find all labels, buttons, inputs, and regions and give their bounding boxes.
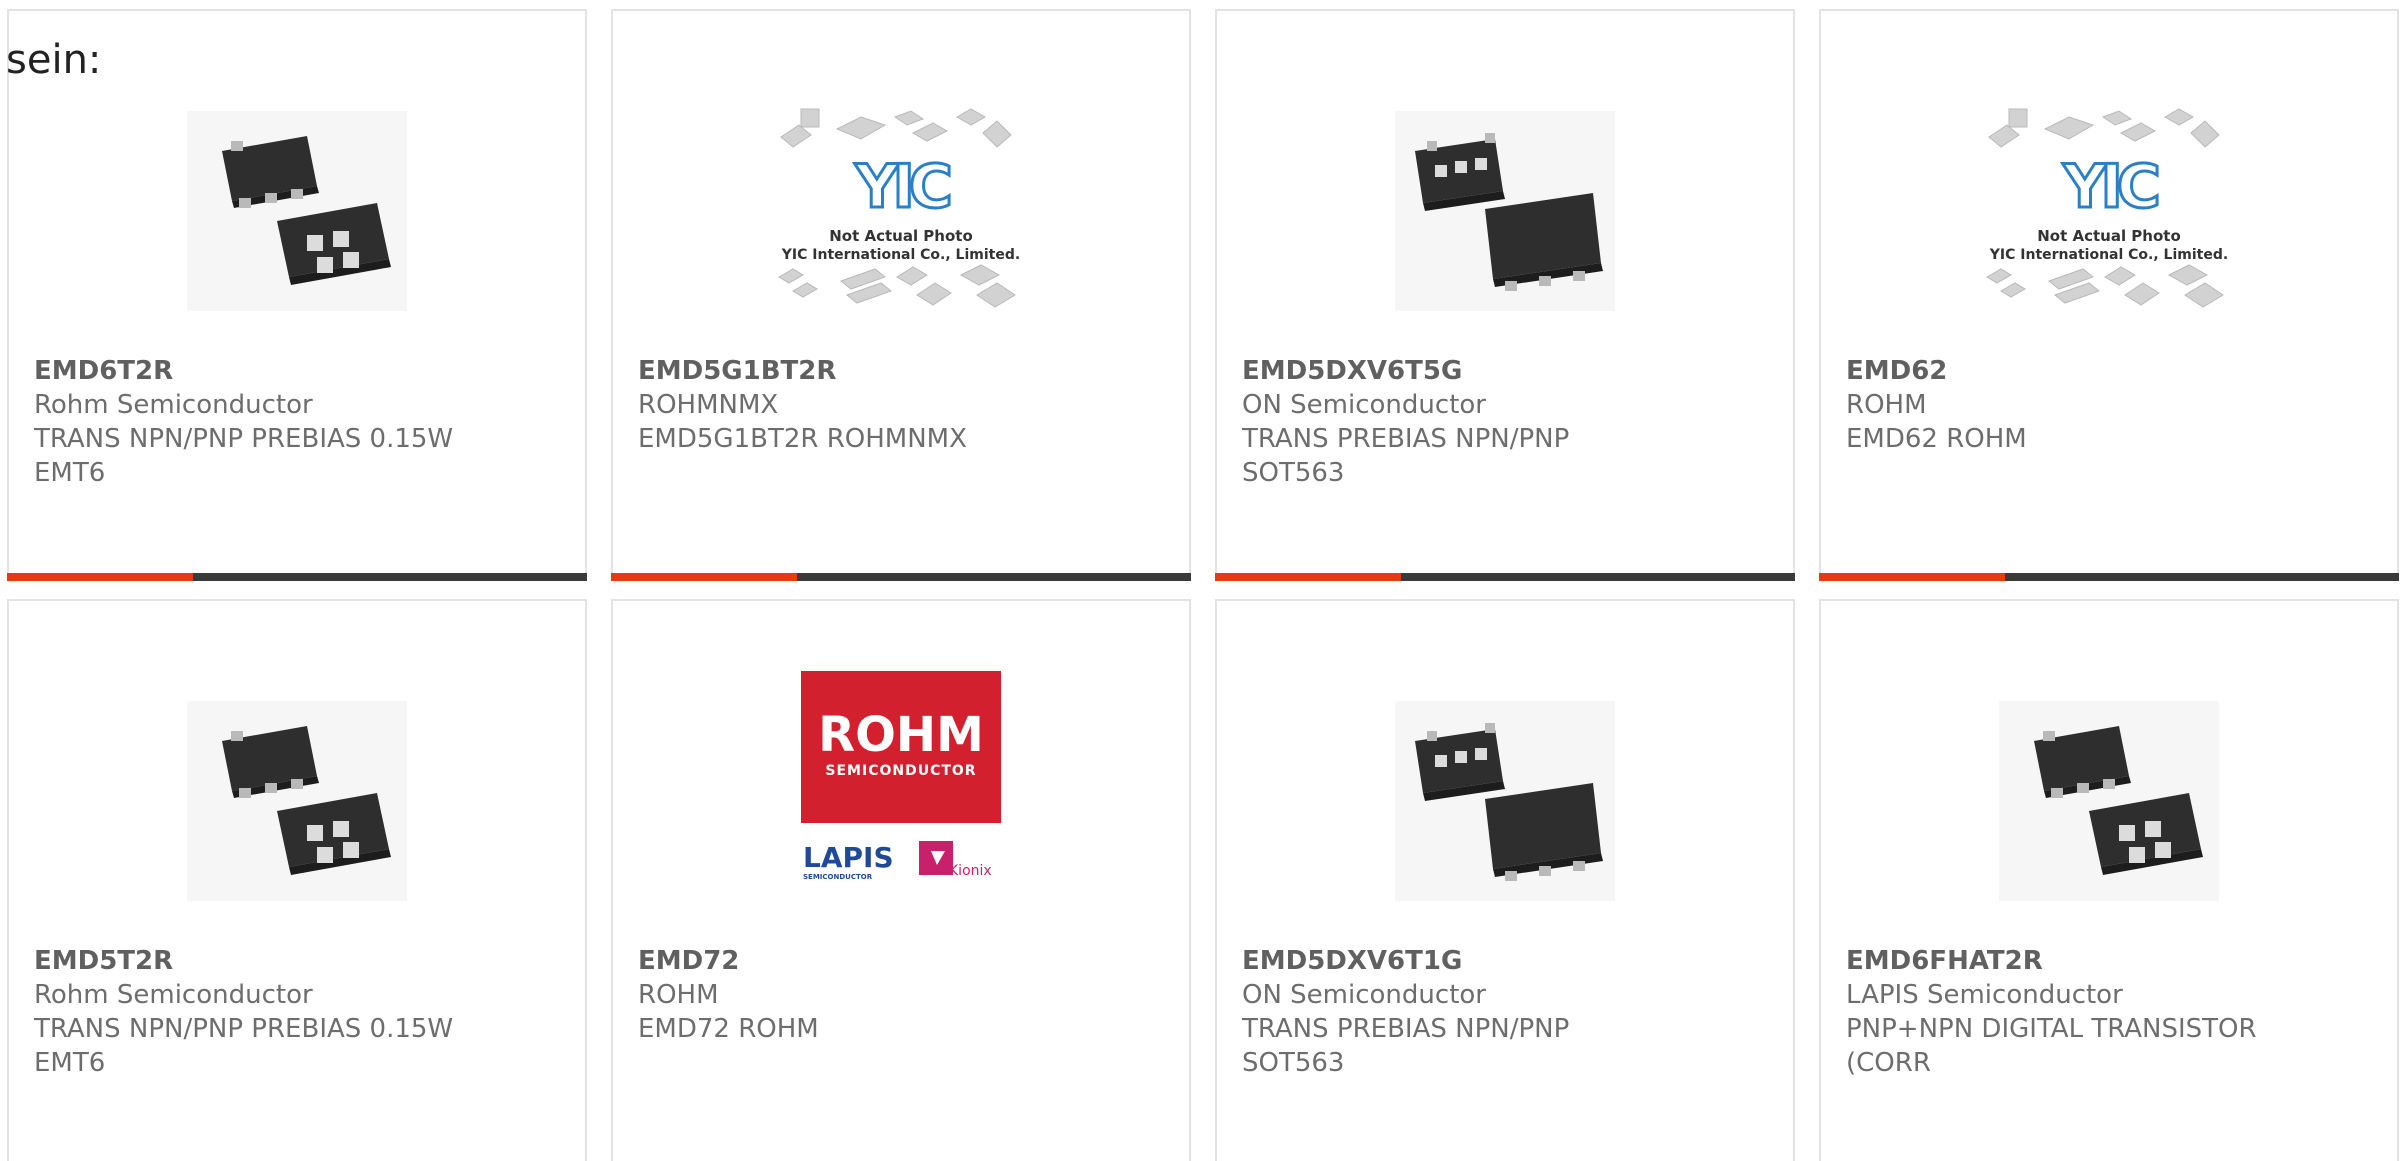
rohm-logo-icon: ROHM SEMICONDUCTOR LAPIS SEMICONDUCTOR K…: [801, 671, 1001, 881]
part-number-link[interactable]: EMD62: [1846, 354, 2377, 388]
card-progress-bar: [7, 573, 587, 581]
part-number-link[interactable]: EMD6T2R: [34, 354, 565, 388]
chip-package-image[interactable]: [1979, 671, 2239, 931]
image-caption: Not Actual Photo: [2037, 227, 2181, 245]
manufacturer: ROHM: [1846, 390, 1927, 420]
manufacturer: ON Semiconductor: [1242, 390, 1486, 420]
description: EMD72 ROHM: [638, 1014, 819, 1044]
lead-text: sein:: [6, 37, 102, 83]
product-info: EMD5G1BT2R ROHMNMX EMD5G1BT2R ROHMNMX: [638, 354, 1169, 456]
product-info: EMD6T2R Rohm Semiconductor TRANS NPN/PNP…: [34, 354, 565, 490]
chip-package-image[interactable]: [1375, 81, 1635, 341]
product-info: EMD72 ROHM EMD72 ROHM: [638, 944, 1169, 1046]
product-card[interactable]: EMD5T2R Rohm Semiconductor TRANS NPN/PNP…: [7, 599, 587, 1161]
manufacturer: ROHMNMX: [638, 390, 779, 420]
chip-package-icon: [1395, 701, 1615, 901]
chip-package-icon: [187, 111, 407, 311]
description: TRANS NPN/PNP PREBIAS 0.15W: [34, 1014, 454, 1044]
description-cont: (CORR: [1846, 1048, 1931, 1078]
image-caption: Not Actual Photo: [829, 227, 973, 245]
product-info: EMD6FHAT2R LAPIS Semiconductor PNP+NPN D…: [1846, 944, 2377, 1080]
description: TRANS PREBIAS NPN/PNP: [1242, 1014, 1570, 1044]
chip-package-image[interactable]: [1375, 671, 1635, 931]
description-cont: EMT6: [34, 458, 106, 488]
manufacturer: ROHM: [638, 980, 719, 1010]
image-caption: YIC International Co., Limited.: [781, 247, 1020, 263]
part-number-link[interactable]: EMD6FHAT2R: [1846, 944, 2377, 978]
card-progress-fill: [1215, 573, 1401, 581]
part-number-link[interactable]: EMD5DXV6T5G: [1242, 354, 1773, 388]
description: TRANS NPN/PNP PREBIAS 0.15W: [34, 424, 454, 454]
product-info: EMD5T2R Rohm Semiconductor TRANS NPN/PNP…: [34, 944, 565, 1080]
svg-text:YIC: YIC: [2062, 152, 2158, 222]
manufacturer: Rohm Semiconductor: [34, 980, 313, 1010]
card-progress-bar: [1215, 573, 1795, 581]
description-cont: SOT563: [1242, 1048, 1345, 1078]
manufacturer: Rohm Semiconductor: [34, 390, 313, 420]
yic-logo-icon: YIC Not Actual Photo YIC International C…: [778, 108, 1020, 308]
card-progress-fill: [1819, 573, 2005, 581]
chip-package-icon: [1395, 111, 1615, 311]
product-info: EMD5DXV6T5G ON Semiconductor TRANS PREBI…: [1242, 354, 1773, 490]
description: TRANS PREBIAS NPN/PNP: [1242, 424, 1570, 454]
part-number-link[interactable]: EMD72: [638, 944, 1169, 978]
logo-text: Kionix: [949, 863, 992, 879]
svg-text:YIC: YIC: [854, 152, 950, 222]
card-progress-bar: [611, 573, 1191, 581]
product-card[interactable]: EMD5DXV6T1G ON Semiconductor TRANS PREBI…: [1215, 599, 1795, 1161]
description-cont: EMT6: [34, 1048, 106, 1078]
product-info: EMD62 ROHM EMD62 ROHM: [1846, 354, 2377, 456]
manufacturer: LAPIS Semiconductor: [1846, 980, 2123, 1010]
product-grid-page: sein: EMD6T2R Rohm Semiconductor TRANS N…: [0, 0, 2400, 1161]
chip-package-icon: [187, 701, 407, 901]
brand-logo-image[interactable]: ROHM SEMICONDUCTOR LAPIS SEMICONDUCTOR K…: [771, 671, 1031, 931]
chip-package-icon: [1999, 701, 2219, 901]
part-number-link[interactable]: EMD5DXV6T1G: [1242, 944, 1773, 978]
logo-subtext: SEMICONDUCTOR: [803, 873, 873, 881]
product-card[interactable]: EMD5DXV6T5G ON Semiconductor TRANS PREBI…: [1215, 9, 1795, 581]
product-card[interactable]: ROHM SEMICONDUCTOR LAPIS SEMICONDUCTOR K…: [611, 599, 1191, 1161]
card-progress-fill: [7, 573, 193, 581]
manufacturer: ON Semiconductor: [1242, 980, 1486, 1010]
placeholder-image[interactable]: YIC Not Actual Photo YIC International C…: [1979, 81, 2239, 341]
card-progress-fill: [611, 573, 797, 581]
part-number-link[interactable]: EMD5G1BT2R: [638, 354, 1169, 388]
yic-logo-icon: YIC Not Actual Photo YIC International C…: [1986, 108, 2228, 308]
description: EMD62 ROHM: [1846, 424, 2027, 454]
part-number-link[interactable]: EMD5T2R: [34, 944, 565, 978]
logo-text: ROHM: [818, 707, 984, 763]
product-card[interactable]: YIC Not Actual Photo YIC International C…: [1819, 9, 2399, 581]
logo-subtext: SEMICONDUCTOR: [825, 763, 976, 779]
product-card[interactable]: EMD6FHAT2R LAPIS Semiconductor PNP+NPN D…: [1819, 599, 2399, 1161]
product-card[interactable]: EMD6T2R Rohm Semiconductor TRANS NPN/PNP…: [7, 9, 587, 581]
description-cont: SOT563: [1242, 458, 1345, 488]
placeholder-image[interactable]: YIC Not Actual Photo YIC International C…: [771, 81, 1031, 341]
card-progress-bar: [1819, 573, 2399, 581]
description: PNP+NPN DIGITAL TRANSISTOR: [1846, 1014, 2257, 1044]
chip-package-image[interactable]: [167, 81, 427, 341]
chip-package-image[interactable]: [167, 671, 427, 931]
product-info: EMD5DXV6T1G ON Semiconductor TRANS PREBI…: [1242, 944, 1773, 1080]
description: EMD5G1BT2R ROHMNMX: [638, 424, 967, 454]
image-caption: YIC International Co., Limited.: [1989, 247, 2228, 263]
product-card[interactable]: YIC Not Actual Photo YIC International C…: [611, 9, 1191, 581]
logo-text: LAPIS: [803, 841, 894, 874]
